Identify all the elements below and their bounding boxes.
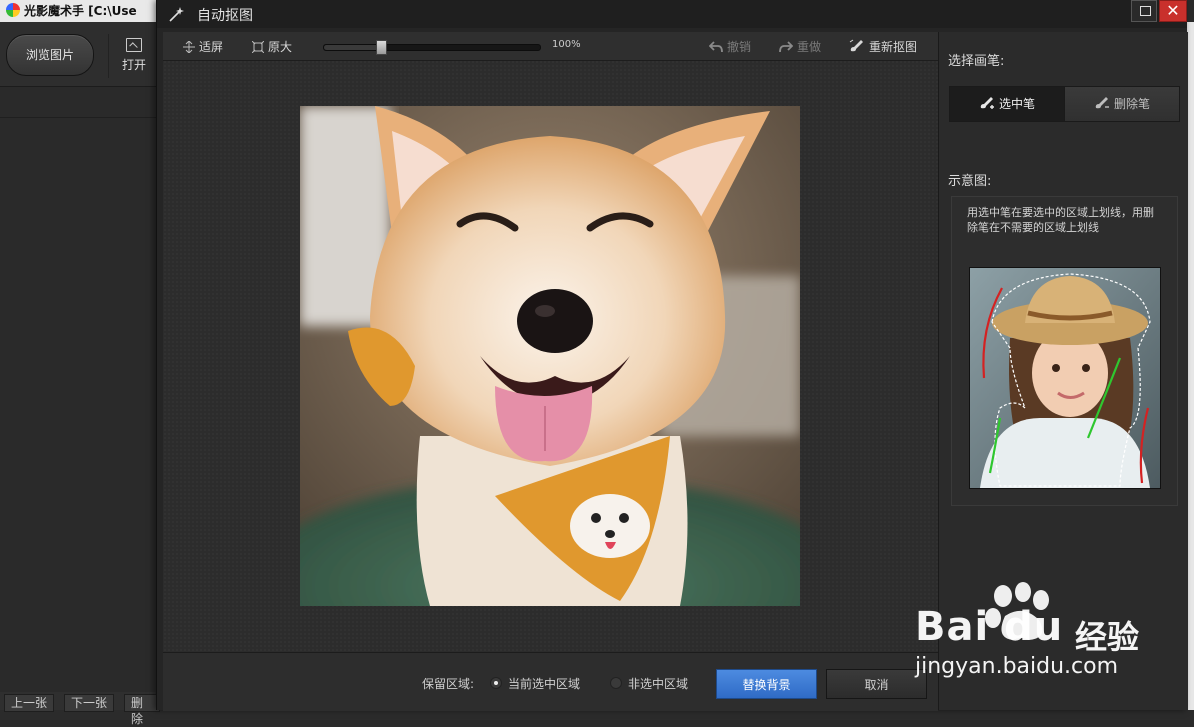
select-pen-button[interactable]: 选中笔: [950, 87, 1064, 121]
radio-unselected-region-label: 非选中区域: [628, 677, 689, 691]
original-size-icon: [252, 41, 264, 53]
redo-icon: [779, 41, 793, 53]
pen-selector: 选中笔 删除笔: [949, 86, 1180, 122]
original-size-label: 原大: [268, 40, 293, 54]
zoom-slider[interactable]: [323, 40, 541, 55]
replace-background-button[interactable]: 替换背景: [716, 669, 817, 699]
radio-dot-unchecked: [610, 677, 622, 689]
app-left-panel: [0, 118, 160, 692]
next-image-button[interactable]: 下一张: [64, 694, 115, 712]
fit-screen-button[interactable]: 适屏: [183, 38, 223, 55]
keep-region-label: 保留区域:: [422, 677, 475, 691]
radio-unselected-region[interactable]: 非选中区域: [610, 675, 688, 692]
undo-icon: [709, 41, 723, 53]
undo-label: 撤销: [727, 40, 752, 54]
fit-screen-label: 适屏: [199, 40, 224, 54]
dog-photo: [300, 106, 800, 606]
watermark-brand: Bai du: [915, 604, 1064, 650]
demo-instructions: 用选中笔在要选中的区域上划线，用删除笔在不需要的区域上划线: [967, 206, 1154, 234]
dialog-toolbar: 适屏 原大 100% 撤销 重做 重新抠图: [163, 32, 938, 61]
app-title: 光影魔术手 [C:\Use: [24, 4, 137, 18]
watermark-service: 经验: [1075, 618, 1140, 656]
open-button[interactable]: 打开: [114, 38, 154, 73]
delete-pen-icon: [1095, 97, 1109, 109]
browse-images-button[interactable]: 浏览图片: [6, 34, 94, 76]
delete-pen-button[interactable]: 删除笔: [1064, 87, 1179, 121]
select-pen-icon: [980, 97, 994, 109]
redo-button[interactable]: 重做: [779, 38, 821, 55]
undo-button[interactable]: 撤销: [709, 38, 751, 55]
original-size-button[interactable]: 原大: [252, 38, 292, 55]
app-titlebar: 光影魔术手 [C:\Use: [0, 0, 160, 22]
pen-section-label: 选择画笔:: [948, 54, 1005, 69]
radio-current-selection-label: 当前选中区域: [508, 677, 581, 691]
toolbar-divider: [108, 34, 109, 78]
demo-girl-photo: [970, 268, 1160, 488]
delete-image-button[interactable]: 删除: [124, 694, 160, 726]
close-button[interactable]: ✕: [1159, 0, 1187, 22]
fit-screen-icon: [183, 41, 195, 53]
prev-image-button[interactable]: 上一张: [4, 694, 55, 712]
redo-label: 重做: [797, 40, 822, 54]
brush-icon: [849, 39, 863, 52]
demo-box: 用选中笔在要选中的区域上划线，用删除笔在不需要的区域上划线: [951, 196, 1178, 506]
redo-cutout-button[interactable]: 重新抠图: [849, 38, 917, 55]
radio-dot-checked: [490, 677, 502, 689]
zoom-percent: 100%: [552, 39, 581, 50]
dialog-bottom-bar: 保留区域: 当前选中区域 非选中区域 替换背景 取消: [163, 652, 938, 711]
app-subbar: [0, 87, 160, 118]
redo-cutout-label: 重新抠图: [869, 40, 918, 54]
dialog-title: 自动抠图: [197, 8, 253, 24]
magic-wand-icon: [169, 7, 184, 22]
app-bottom-bar: 上一张 下一张 删除: [0, 692, 160, 726]
app-toolbar: 浏览图片 打开: [0, 22, 160, 87]
delete-pen-label: 删除笔: [1113, 97, 1150, 111]
radio-current-selection[interactable]: 当前选中区域: [490, 675, 580, 692]
dialog-titlebar: 自动抠图 ✕: [157, 0, 1187, 28]
baidu-watermark: Bai du 经验 jingyan.baidu.com: [915, 582, 1187, 686]
open-image-icon: [126, 38, 142, 52]
cancel-button[interactable]: 取消: [826, 669, 927, 699]
preview-image[interactable]: [300, 106, 800, 606]
demo-image: [969, 267, 1161, 489]
select-pen-label: 选中笔: [998, 97, 1035, 111]
app-logo-icon: [6, 3, 20, 17]
maximize-button[interactable]: [1131, 0, 1157, 22]
watermark-url: jingyan.baidu.com: [915, 654, 1119, 679]
zoom-slider-thumb[interactable]: [376, 40, 387, 55]
demo-section-label: 示意图:: [948, 174, 992, 189]
zoom-slider-fill: [324, 45, 380, 50]
open-button-label: 打开: [121, 58, 146, 72]
